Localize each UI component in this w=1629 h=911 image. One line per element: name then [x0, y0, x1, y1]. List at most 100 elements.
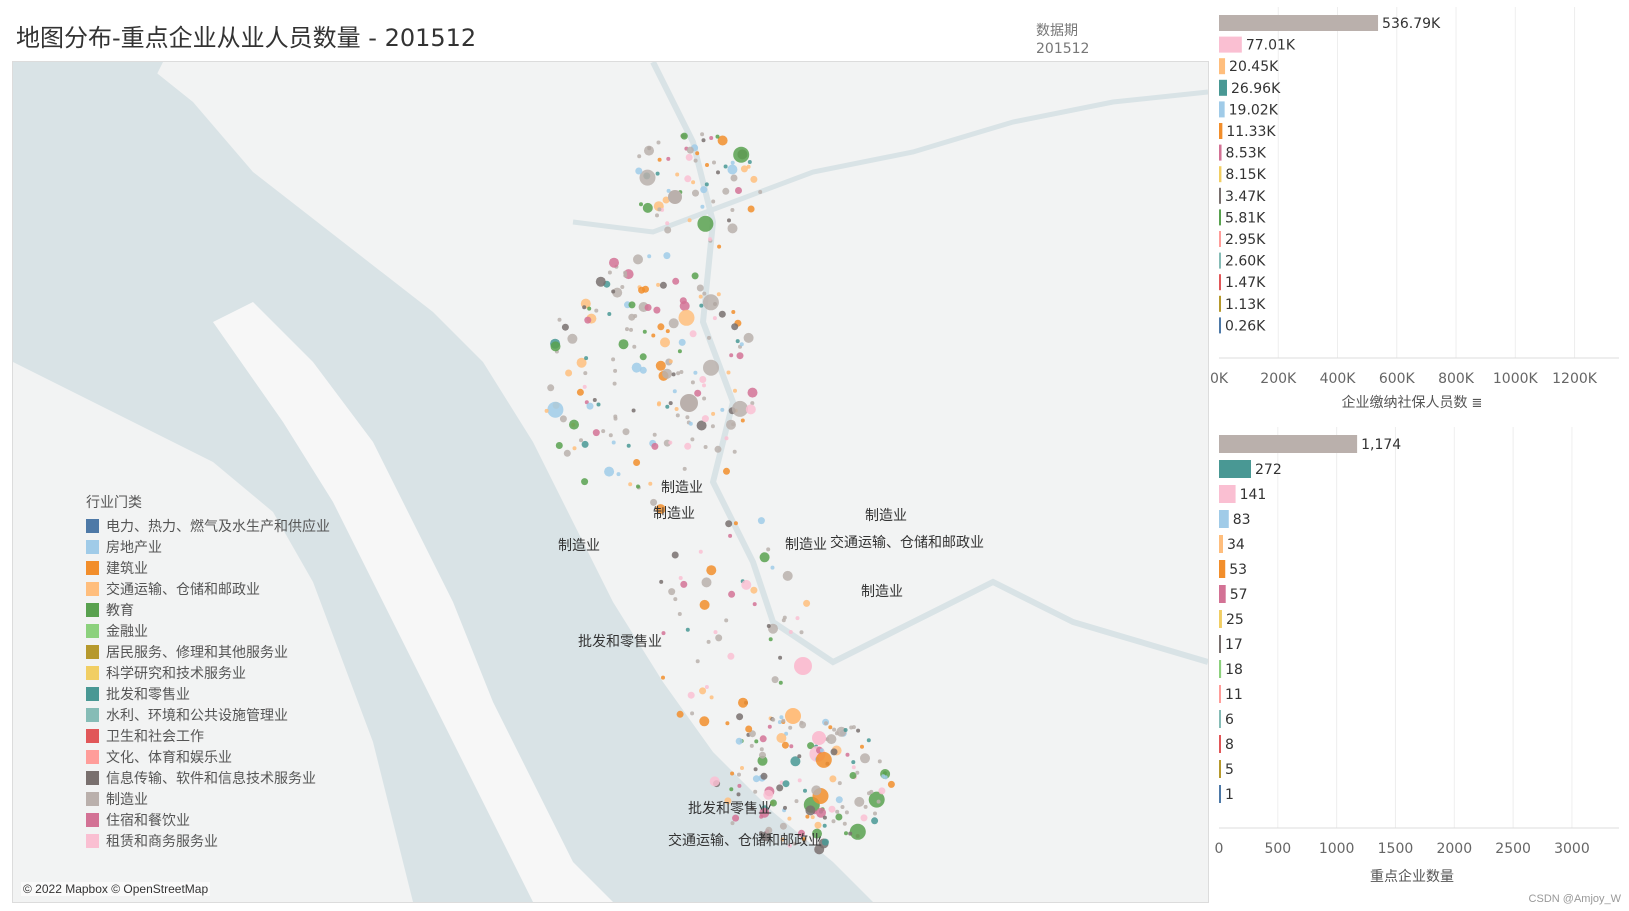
enterprise-marker[interactable]	[685, 153, 693, 161]
enterprise-marker[interactable]	[828, 725, 833, 730]
enterprise-marker[interactable]	[849, 823, 866, 840]
bar[interactable]	[1219, 15, 1379, 31]
enterprise-marker[interactable]	[642, 202, 653, 213]
enterprise-marker[interactable]	[794, 799, 799, 804]
legend-item[interactable]: 建筑业	[86, 557, 330, 578]
enterprise-marker[interactable]	[712, 316, 717, 321]
enterprise-marker[interactable]	[736, 352, 744, 360]
legend-item[interactable]: 制造业	[86, 788, 330, 809]
enterprise-marker[interactable]	[821, 838, 829, 846]
bar[interactable]	[1219, 535, 1223, 553]
enterprise-marker[interactable]	[655, 213, 659, 218]
enterprise-marker[interactable]	[785, 708, 801, 724]
enterprise-marker[interactable]	[651, 442, 659, 450]
enterprise-marker[interactable]	[612, 381, 617, 386]
enterprise-marker[interactable]	[730, 174, 738, 182]
enterprise-marker[interactable]	[737, 772, 741, 777]
enterprise-marker[interactable]	[759, 751, 766, 759]
enterprise-marker[interactable]	[702, 396, 707, 401]
legend-item[interactable]: 金融业	[86, 620, 330, 641]
enterprise-marker[interactable]	[754, 739, 759, 744]
enterprise-marker[interactable]	[559, 415, 567, 423]
enterprise-marker[interactable]	[733, 521, 738, 526]
enterprise-marker[interactable]	[727, 218, 731, 223]
enterprise-marker[interactable]	[672, 389, 677, 394]
bar[interactable]	[1219, 209, 1221, 226]
enterprise-marker[interactable]	[668, 359, 673, 364]
enterprise-marker[interactable]	[712, 160, 716, 165]
enterprise-marker[interactable]	[728, 590, 736, 598]
enterprise-marker[interactable]	[828, 805, 836, 813]
bar[interactable]	[1219, 635, 1221, 653]
enterprise-marker[interactable]	[810, 815, 815, 820]
enterprise-marker[interactable]	[674, 407, 679, 411]
enterprise-marker[interactable]	[594, 308, 599, 313]
enterprise-marker[interactable]	[727, 652, 735, 660]
enterprise-marker[interactable]	[733, 146, 750, 163]
enterprise-marker[interactable]	[693, 158, 698, 163]
enterprise-marker[interactable]	[586, 402, 594, 410]
enterprise-marker[interactable]	[711, 199, 716, 204]
enterprise-marker[interactable]	[753, 789, 758, 794]
enterprise-marker[interactable]	[631, 408, 636, 413]
social-insurance-bar-svg[interactable]: 0K 200K 400K 600K 800K 1000K 1200K 536.79K 77.01…	[1207, 0, 1627, 420]
enterprise-marker[interactable]	[738, 697, 748, 708]
bar[interactable]	[1219, 79, 1227, 96]
enterprise-marker[interactable]	[639, 202, 643, 207]
enterprise-marker[interactable]	[675, 413, 680, 418]
enterprise-marker[interactable]	[849, 725, 854, 730]
enterprise-marker[interactable]	[584, 316, 592, 324]
enterprise-marker[interactable]	[633, 314, 638, 318]
enterprise-marker[interactable]	[714, 445, 722, 453]
enterprise-marker[interactable]	[717, 244, 722, 249]
bar[interactable]	[1219, 252, 1221, 269]
enterprise-marker[interactable]	[702, 291, 707, 296]
bar[interactable]	[1219, 710, 1221, 728]
enterprise-marker[interactable]	[675, 172, 680, 177]
bar[interactable]	[1219, 317, 1221, 334]
enterprise-marker[interactable]	[845, 752, 850, 757]
enterprise-marker[interactable]	[752, 602, 757, 607]
enterprise-marker[interactable]	[653, 306, 661, 314]
enterprise-marker[interactable]	[565, 369, 573, 377]
enterprise-marker[interactable]	[867, 791, 871, 796]
enterprise-marker[interactable]	[735, 187, 742, 194]
enterprise-marker[interactable]	[842, 821, 847, 826]
enterprise-marker[interactable]	[822, 815, 827, 820]
enterprise-marker[interactable]	[848, 831, 853, 836]
enterprise-marker[interactable]	[741, 579, 752, 590]
enterprise-marker[interactable]	[547, 384, 555, 392]
enterprise-marker[interactable]	[727, 164, 738, 175]
social-insurance-axis-title[interactable]: 企业缴纳社保人员数 ≣	[1207, 392, 1617, 412]
enterprise-marker[interactable]	[750, 586, 758, 594]
enterprise-marker[interactable]	[711, 411, 716, 416]
enterprise-marker[interactable]	[613, 368, 618, 373]
enterprise-marker[interactable]	[703, 445, 708, 449]
enterprise-marker[interactable]	[679, 297, 687, 305]
enterprise-marker[interactable]	[733, 388, 737, 393]
enterprise-marker[interactable]	[582, 305, 587, 310]
enterprise-marker[interactable]	[690, 380, 695, 385]
enterprise-marker[interactable]	[710, 424, 715, 429]
enterprise-marker[interactable]	[699, 716, 710, 727]
enterprise-marker[interactable]	[607, 312, 612, 316]
enterprise-marker[interactable]	[652, 432, 657, 437]
enterprise-marker[interactable]	[777, 720, 782, 725]
enterprise-marker[interactable]	[581, 440, 589, 448]
enterprise-marker[interactable]	[758, 190, 763, 194]
enterprise-marker[interactable]	[690, 437, 695, 442]
enterprise-marker[interactable]	[770, 565, 775, 570]
enterprise-marker[interactable]	[713, 630, 718, 635]
legend-item[interactable]: 居民服务、修理和其他服务业	[86, 641, 330, 662]
enterprise-marker[interactable]	[685, 415, 690, 420]
enterprise-marker[interactable]	[797, 778, 802, 783]
legend-item[interactable]: 教育	[86, 599, 330, 620]
enterprise-marker[interactable]	[782, 780, 790, 788]
enterprise-marker[interactable]	[779, 822, 787, 830]
enterprise-marker[interactable]	[851, 765, 856, 770]
enterprise-marker[interactable]	[655, 360, 666, 371]
enterprise-marker[interactable]	[835, 796, 843, 804]
enterprise-marker[interactable]	[691, 272, 699, 280]
enterprise-marker[interactable]	[851, 760, 856, 765]
enterprise-marker[interactable]	[702, 294, 719, 311]
